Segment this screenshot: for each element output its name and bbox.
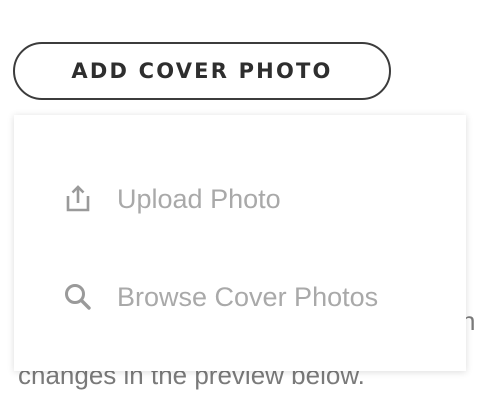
upload-photo-label: Upload Photo: [117, 183, 281, 214]
upload-icon: [59, 180, 97, 218]
menu-item-upload-photo[interactable]: Upload Photo: [14, 169, 466, 229]
menu-item-browse-cover-photos[interactable]: Browse Cover Photos: [14, 267, 466, 327]
search-icon: [59, 278, 97, 316]
add-cover-photo-label: ADD COVER PHOTO: [71, 59, 333, 83]
add-cover-photo-button[interactable]: ADD COVER PHOTO: [13, 42, 391, 100]
cover-photo-dropdown-menu: Upload Photo Browse Cover Photos: [14, 115, 466, 371]
browse-cover-photos-label: Browse Cover Photos: [117, 281, 379, 312]
